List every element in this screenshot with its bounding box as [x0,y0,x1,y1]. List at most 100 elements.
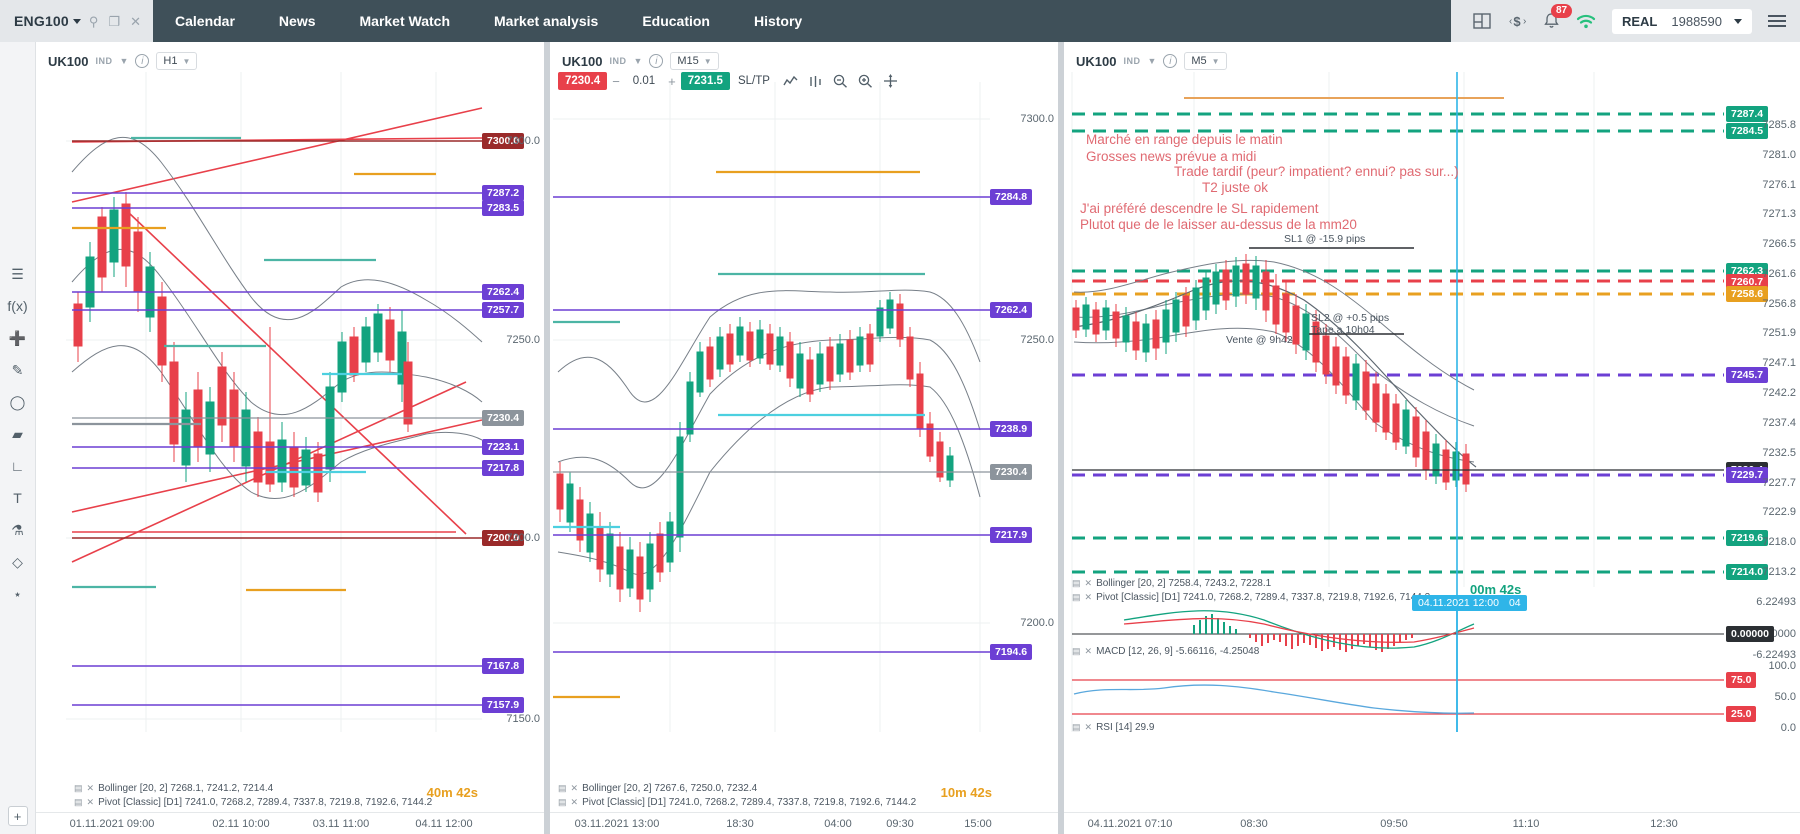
visibility-icon[interactable]: ▤ [74,783,83,794]
visibility-icon[interactable]: ▤ [558,783,567,794]
pencil-icon[interactable]: ✎ [12,363,24,377]
plus-icon[interactable]: ➕ [9,331,26,345]
symbol-tab[interactable]: ENG100 ⚲ ❐ ✕ [0,0,153,42]
info-icon[interactable]: i [649,54,664,68]
chart2-trade-row: 7230.4 − 0.01 + 7231.5 SL/TP [558,72,903,90]
ruler-icon[interactable]: ∟ [11,459,25,473]
chart3-legend-pivot[interactable]: ▤ ✕ Pivot [Classic] [D1] 7241.0, 7268.2,… [1072,592,1430,603]
remove-icon[interactable]: ✕ [1085,592,1093,603]
visibility-icon[interactable]: ▤ [1072,578,1081,589]
chart2-timeframe-selector[interactable]: M15 ▼ [670,52,719,70]
time-tick: 04.11 12:00 [415,818,473,830]
chart1-time-axis[interactable]: 01.11.2021 09:00 02.11 10:00 03.11 11:00… [36,812,544,834]
svg-text:›: › [1523,16,1526,27]
chart3-header: UK100 IND ▼ i M5 ▼ [1072,50,1231,72]
chart2-symbol: UK100 [562,53,603,69]
visibility-icon[interactable]: ▤ [1072,646,1081,657]
bell-icon[interactable]: 87 [1543,4,1573,30]
sl1-annotation: SL1 @ -15.9 pips [1284,233,1366,245]
nav-calendar[interactable]: Calendar [153,0,257,42]
ellipse-icon[interactable]: ◯ [10,395,26,409]
nav-market-watch[interactable]: Market Watch [338,0,473,42]
popout-icon[interactable]: ⚲ [87,15,101,28]
axis-tick: 7261.6 [1762,268,1796,280]
add-tool-button[interactable]: + [7,806,28,826]
zoom-out-icon[interactable] [828,74,853,88]
lines-icon[interactable]: ☰ [11,267,24,281]
fib-icon[interactable]: ⚗ [11,523,24,537]
remove-icon[interactable]: ✕ [87,783,95,794]
remove-icon[interactable]: ✕ [87,797,95,808]
hamburger-icon[interactable] [1768,15,1786,27]
remove-icon[interactable]: ✕ [571,783,579,794]
nav-education[interactable]: Education [620,0,732,42]
layers-icon[interactable]: ◇ [12,555,23,569]
crosshair-icon[interactable] [878,74,903,88]
decrease-volume-button[interactable]: − [607,74,625,89]
close-icon[interactable]: ✕ [128,15,143,28]
text-icon[interactable]: T [13,491,22,505]
restore-icon[interactable]: ❐ [106,15,122,28]
chart3-legend-bollinger[interactable]: ▤ ✕ Bollinger [20, 2] 7258.4, 7243.2, 72… [1072,578,1271,589]
visibility-icon[interactable]: ▤ [74,797,83,808]
time-tick: 08:30 [1240,818,1268,830]
visibility-icon[interactable]: ▤ [1072,722,1081,733]
time-tick: 03.11.2021 13:00 [574,818,660,830]
chart3-time-axis[interactable]: 04.11.2021 07:10 08:30 09:50 11:10 12:30 [1064,812,1800,834]
chart1-price-axis[interactable]: 7300.0 7250.0 7200.0 7150.0 [482,42,544,834]
chart-panel-h1[interactable]: UK100 IND ▼ i H1 ▼ 7300.0 7287.2 7283.5 … [36,42,544,834]
time-tick: 11:10 [1512,818,1540,830]
chart1-legend-bollinger[interactable]: ▤ ✕ Bollinger [20, 2] 7268.1, 7241.2, 72… [74,783,273,794]
sell-button[interactable]: 7230.4 [558,72,608,90]
chevron-down-icon[interactable] [72,18,81,24]
crosshair-time-text: 04.11.2021 12:00 [1418,597,1499,609]
info-icon[interactable]: i [1163,54,1178,68]
sltp-label[interactable]: SL/TP [730,75,778,87]
visibility-icon[interactable]: ▤ [558,797,567,808]
zoom-in-icon[interactable] [853,74,878,88]
line-chart-icon[interactable] [778,75,803,88]
account-chevron-down-icon[interactable] [1734,18,1742,24]
fx-icon[interactable]: f(x) [7,299,27,313]
chart2-time-axis[interactable]: 03.11.2021 13:00 18:30 04:00 09:30 15:00 [550,812,1058,834]
info-icon[interactable]: i [135,54,150,68]
time-tick: 09:50 [1380,818,1408,830]
chart2-market-type: IND [609,56,627,66]
chart-panel-m5[interactable]: UK100 IND ▼ i M5 ▼ Marché en range depui… [1064,42,1800,834]
chart1-legend-pivot[interactable]: ▤ ✕ Pivot [Classic] [D1] 7241.0, 7268.2,… [74,797,432,808]
increase-volume-button[interactable]: + [663,74,681,89]
nav-market-analysis[interactable]: Market analysis [472,0,620,42]
time-tick: 15:00 [964,818,992,830]
chart2-legend-pivot[interactable]: ▤ ✕ Pivot [Classic] [D1] 7241.0, 7268.2,… [558,797,916,808]
nav-news[interactable]: News [257,0,338,42]
volume-input[interactable]: 0.01 [625,72,663,90]
time-tick: 12:30 [1650,818,1678,830]
layout-icon[interactable] [1473,13,1491,29]
share-icon[interactable]: ⋆ [13,587,22,601]
chart-panel-m15[interactable]: UK100 IND ▼ i M15 ▼ 7230.4 − 0.01 + 7231.… [550,42,1058,834]
rsi-upper-tag: 75.0 [1726,672,1757,688]
remove-icon[interactable]: ✕ [571,797,579,808]
chart1-chevron-down-icon[interactable]: ▼ [119,56,128,66]
remove-icon[interactable]: ✕ [1085,722,1093,733]
wifi-icon[interactable] [1576,13,1596,29]
chart3-timeframe-selector[interactable]: M5 ▼ [1184,52,1227,70]
nav-history[interactable]: History [732,0,824,42]
chart2-legend-bollinger[interactable]: ▤ ✕ Bollinger [20, 2] 7267.6, 7250.0, 72… [558,783,757,794]
account-selector[interactable]: REAL 1988590 [1611,8,1752,34]
remove-icon[interactable]: ✕ [1085,578,1093,589]
currency-icon[interactable]: $ ‹ › [1507,13,1527,29]
axis-tick: 7232.5 [1762,447,1796,459]
visibility-icon[interactable]: ▤ [1072,592,1081,603]
chart2-chevron-down-icon[interactable]: ▼ [633,56,642,66]
buy-button[interactable]: 7231.5 [680,72,730,90]
bars-icon[interactable] [803,75,828,88]
chart1-timeframe-selector[interactable]: H1 ▼ [156,52,198,70]
chart2-price-axis[interactable]: 7300.0 7250.0 7200.0 [996,42,1058,834]
shapes-icon[interactable]: ▰ [12,427,23,441]
remove-icon[interactable]: ✕ [1085,646,1093,657]
chart3-legend-rsi[interactable]: ▤ ✕ RSI [14] 29.9 [1072,722,1154,733]
chart3-legend-macd[interactable]: ▤ ✕ MACD [12, 26, 9] -5.66116, -4.25048 [1072,646,1259,657]
chart1-timeframe-label: H1 [163,55,178,67]
chart3-chevron-down-icon[interactable]: ▼ [1147,56,1156,66]
